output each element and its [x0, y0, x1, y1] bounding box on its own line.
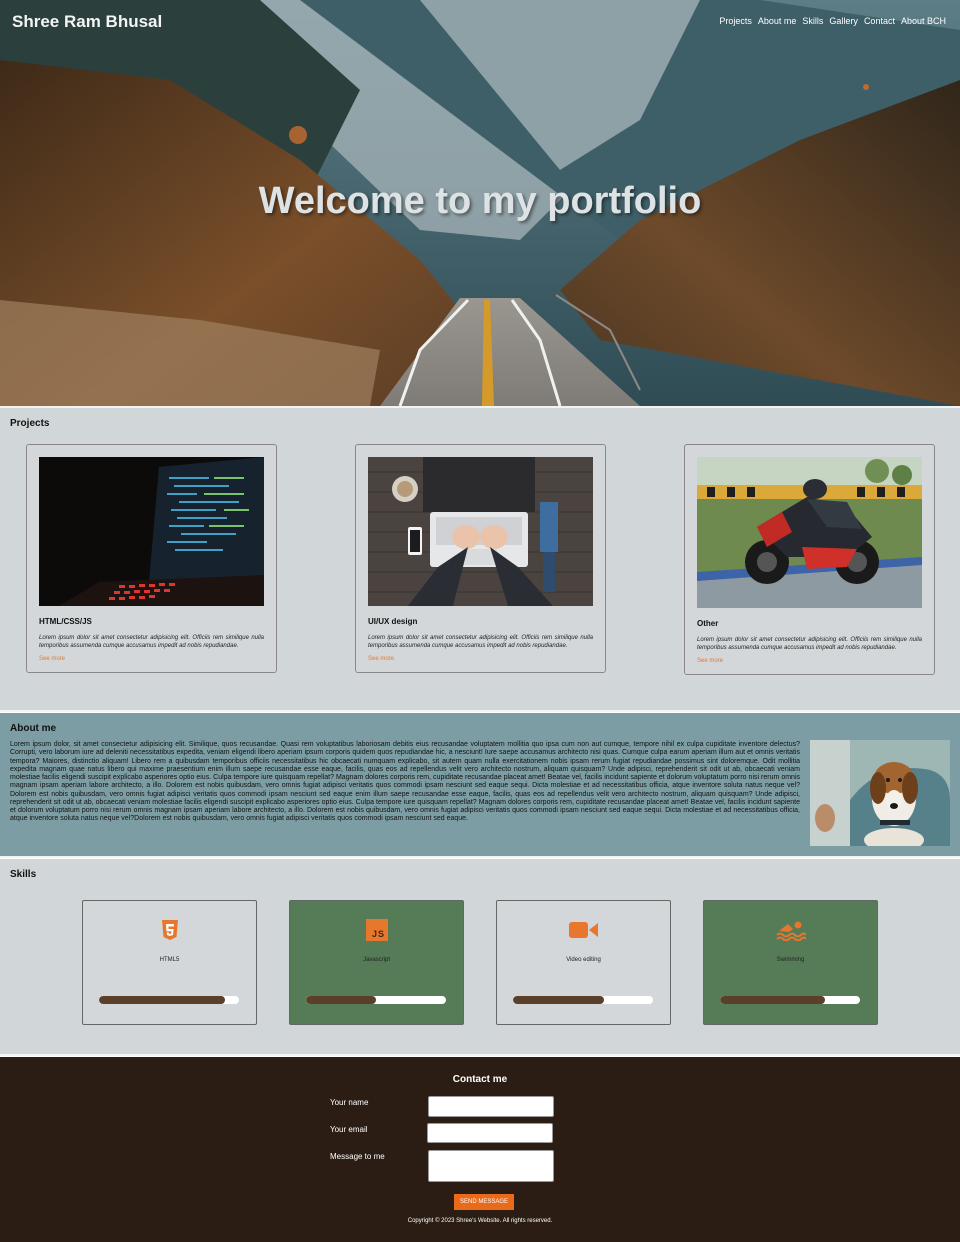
nav-skills[interactable]: Skills: [802, 16, 823, 26]
skill-label: Video editing: [566, 957, 601, 963]
video-camera-icon: [569, 922, 598, 938]
email-label: Your email: [330, 1125, 368, 1134]
name-input[interactable]: [428, 1096, 554, 1117]
skill-progress-fill: [99, 996, 225, 1004]
motorcycle-image: [697, 457, 922, 608]
nav-about-bch[interactable]: About BCH: [901, 16, 946, 26]
decorative-dot: [289, 126, 307, 144]
project-card: HTML/CSS/JS Lorem ipsum dolor sit amet c…: [26, 444, 277, 673]
projects-heading: Projects: [10, 418, 50, 429]
skill-card-video-editing: Video editing: [496, 900, 671, 1025]
skill-progress-bar: [720, 996, 860, 1004]
nav-about-me[interactable]: About me: [758, 16, 797, 26]
project-description: Lorem ipsum dolor sit amet consectetur a…: [368, 635, 593, 649]
contact-heading: Contact me: [452, 1074, 508, 1085]
see-more-link[interactable]: See more: [39, 656, 264, 662]
svg-text:S: S: [378, 929, 384, 939]
skill-label: Swimming: [776, 957, 805, 963]
main-nav: Projects About me Skills Gallery Contact…: [719, 16, 946, 26]
nav-contact[interactable]: Contact: [864, 16, 895, 26]
laptop-desk-image: [368, 457, 593, 606]
skill-card-swimming: Swimming: [703, 900, 878, 1025]
message-textarea[interactable]: [428, 1150, 554, 1182]
skill-progress-fill: [513, 996, 604, 1004]
skill-label: HTML5: [159, 957, 180, 963]
nav-gallery[interactable]: Gallery: [829, 16, 858, 26]
skills-heading: Skills: [10, 869, 37, 880]
name-label: Your name: [330, 1098, 369, 1107]
email-input[interactable]: [427, 1123, 553, 1143]
contact-section: Contact me Your name Your email Message …: [0, 1057, 960, 1242]
message-label: Message to me: [330, 1152, 385, 1161]
project-title: HTML/CSS/JS: [39, 617, 92, 626]
skill-card-javascript: J S Javascript: [289, 900, 464, 1025]
html5-icon: [162, 920, 178, 940]
beagle-dog-image: [810, 740, 950, 846]
projects-section: Projects HTML/CSS/JS Lorem ipsum dolor s…: [0, 408, 960, 710]
code-laptop-image: [39, 457, 264, 606]
section-divider: [0, 710, 960, 712]
skill-progress-fill: [306, 996, 376, 1004]
skills-section: Skills HTML5 J S Javascript Video editin…: [0, 859, 960, 1054]
skill-card-html5: HTML5: [82, 900, 257, 1025]
project-description: Lorem ipsum dolor sit amet consectetur a…: [39, 635, 264, 649]
project-card: UI/UX design Lorem ipsum dolor sit amet …: [355, 444, 606, 673]
skill-label: Javascript: [362, 957, 390, 963]
about-section: About me Lorem ipsum dolor, sit amet con…: [0, 713, 960, 856]
section-divider: [0, 856, 960, 858]
skill-progress-bar: [513, 996, 653, 1004]
skill-progress-fill: [720, 996, 825, 1004]
svg-text:J: J: [372, 929, 377, 939]
decorative-dot: [863, 84, 869, 90]
nav-projects[interactable]: Projects: [719, 16, 752, 26]
hero-banner: Shree Ram Bhusal Projects About me Skill…: [0, 0, 960, 406]
project-description: Lorem ipsum dolor sit amet consectetur a…: [697, 637, 922, 651]
hero-title: Welcome to my portfolio: [258, 180, 702, 222]
project-title: UI/UX design: [368, 617, 418, 626]
project-card: Other Lorem ipsum dolor sit amet consect…: [684, 444, 935, 675]
send-message-button[interactable]: SEND MESSAGE: [454, 1194, 514, 1210]
about-paragraph: Lorem ipsum dolor, sit amet consectetur …: [10, 741, 800, 823]
brand-name[interactable]: Shree Ram Bhusal: [12, 12, 162, 32]
project-title: Other: [697, 619, 719, 628]
skill-progress-bar: [306, 996, 446, 1004]
see-more-link[interactable]: See more: [697, 658, 922, 664]
copyright-text: Copyright © 2023 Shree's Website. All ri…: [407, 1218, 553, 1224]
section-divider: [0, 1054, 960, 1056]
swimmer-icon: [776, 921, 806, 941]
skill-progress-bar: [99, 996, 239, 1004]
see-more-link[interactable]: See more: [368, 656, 593, 662]
about-heading: About me: [10, 723, 57, 734]
javascript-icon: J S: [366, 919, 388, 941]
